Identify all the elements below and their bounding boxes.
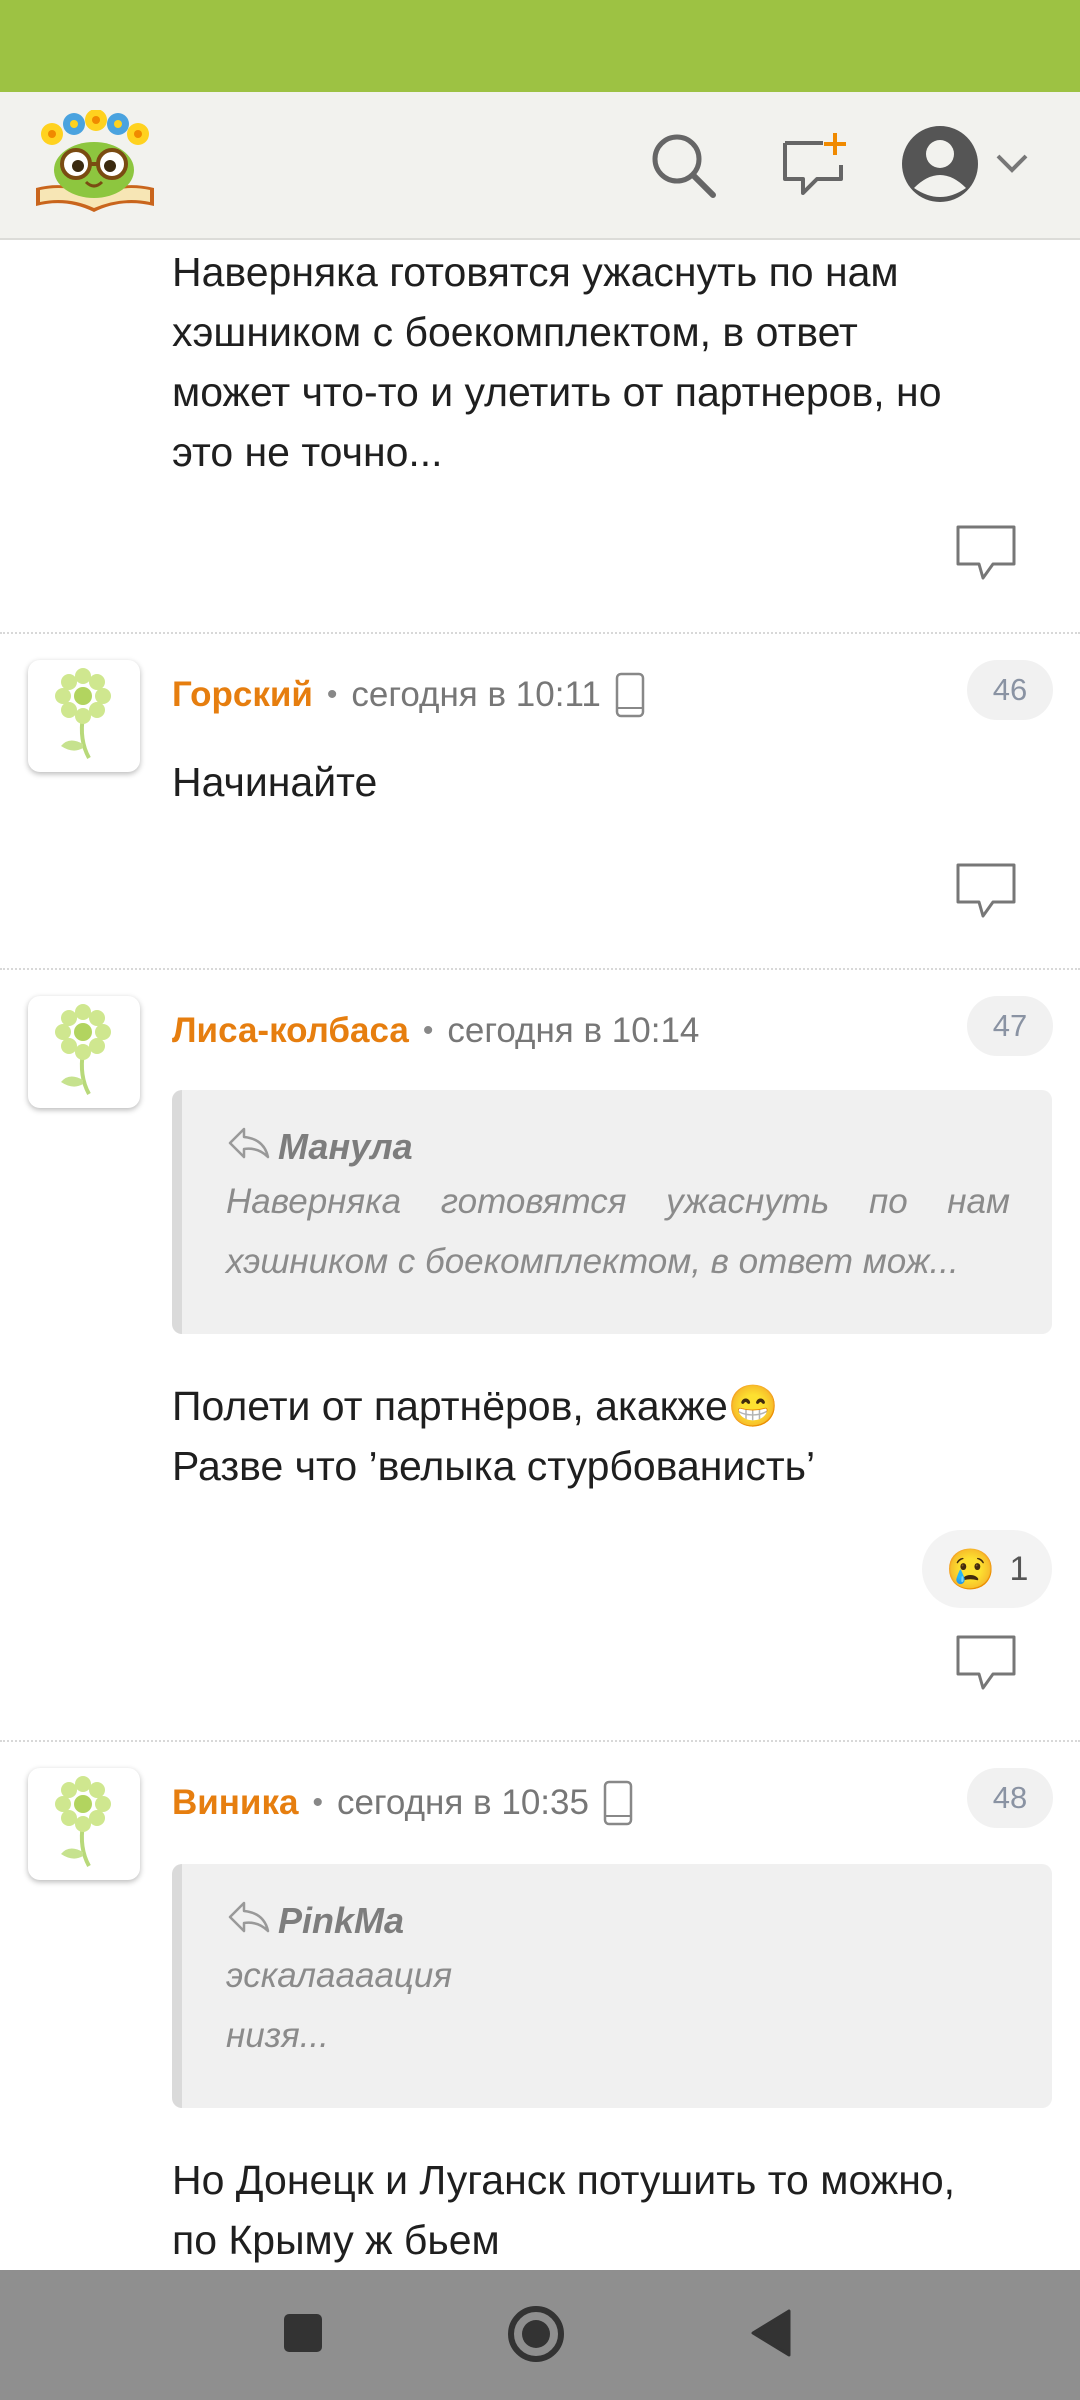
avatar[interactable] <box>28 660 140 772</box>
mobile-device-icon <box>603 1780 633 1826</box>
reaction-count: 1 <box>1009 1549 1029 1588</box>
reply-icon[interactable] <box>955 862 1017 922</box>
comment-time: сегодня в 10:14 <box>447 1011 700 1050</box>
flower-icon <box>39 1772 129 1877</box>
reply-arrow-icon <box>226 1899 278 1944</box>
reply-icon[interactable] <box>955 1634 1017 1694</box>
quote-block[interactable]: Манула Наверняка готовятся ужаснуть по н… <box>172 1090 1052 1334</box>
reply-icon[interactable] <box>955 524 1017 584</box>
comment-meta: Горский • сегодня в 10:11 <box>172 665 645 725</box>
back-triangle-icon <box>749 2308 793 2363</box>
quote-block[interactable]: PinkMa эскалаааация низя... <box>172 1864 1052 2108</box>
quote-text: эскалаааация низя... <box>226 1956 453 2055</box>
comment-time: сегодня в 10:35 <box>336 1783 589 1822</box>
quote-text: Наверняка готовятся ужаснуть по нам хэшн… <box>226 1182 1010 1281</box>
mobile-device-icon <box>615 672 645 718</box>
chevron-down-icon <box>994 152 1030 181</box>
recents-button[interactable] <box>270 2305 336 2365</box>
divider <box>0 968 1080 970</box>
meta-separator: • <box>312 1786 323 1819</box>
comments-feed: Наверняка готовятся ужаснуть по нам хэшн… <box>0 240 1080 2270</box>
author-name[interactable]: Горский <box>172 675 313 715</box>
crying-emoji-icon: 😢 <box>945 1547 996 1592</box>
avatar[interactable] <box>28 1768 140 1880</box>
quote-header: PinkMa <box>226 1896 1010 1946</box>
app-header <box>0 92 1080 240</box>
quote-author: PinkMa <box>278 1900 405 1941</box>
search-icon <box>647 129 719 206</box>
divider <box>0 1740 1080 1742</box>
reply-arrow-icon <box>226 1125 278 1170</box>
comment-text: Но Донецк и Луганск потушить то можно, п… <box>172 2157 956 2263</box>
site-logo[interactable] <box>30 109 160 220</box>
comment-text: Полети от партнёров, акакже😁 Разве что ’… <box>172 1383 816 1489</box>
flower-icon <box>39 664 129 769</box>
home-button[interactable] <box>500 2300 572 2372</box>
square-icon <box>282 2312 324 2359</box>
comment-time: сегодня в 10:11 <box>351 675 601 714</box>
flower-icon <box>39 1000 129 1105</box>
meta-separator: • <box>422 1014 434 1047</box>
system-nav-bar <box>0 2270 1080 2400</box>
status-bar <box>0 0 1080 92</box>
comment-text: Начинайте <box>172 759 378 805</box>
comment-number[interactable]: 46 <box>967 660 1053 720</box>
reaction-chip[interactable]: 😢 1 <box>922 1530 1052 1608</box>
new-post-button[interactable] <box>772 124 858 210</box>
profile-menu-button[interactable] <box>895 118 1035 214</box>
back-button[interactable] <box>738 2305 804 2365</box>
new-post-icon <box>779 129 851 206</box>
comment-number[interactable]: 48 <box>967 1768 1053 1828</box>
home-circle-icon <box>506 2304 566 2369</box>
author-name[interactable]: Лиса-колбаса <box>172 1011 409 1051</box>
quote-header: Манула <box>226 1122 1010 1172</box>
meta-separator: • <box>326 678 338 711</box>
comment-text: Наверняка готовятся ужаснуть по нам хэшн… <box>172 249 942 475</box>
comment-meta: Лиса-колбаса • сегодня в 10:14 <box>172 1001 699 1061</box>
avatar[interactable] <box>28 996 140 1108</box>
divider <box>0 632 1080 634</box>
author-name[interactable]: Виника <box>172 1783 298 1823</box>
comment-number[interactable]: 47 <box>967 996 1053 1056</box>
search-button[interactable] <box>640 124 726 210</box>
quote-author: Манула <box>278 1126 413 1167</box>
comment-meta: Виника • сегодня в 10:35 <box>172 1773 633 1833</box>
avatar-icon <box>900 124 980 209</box>
